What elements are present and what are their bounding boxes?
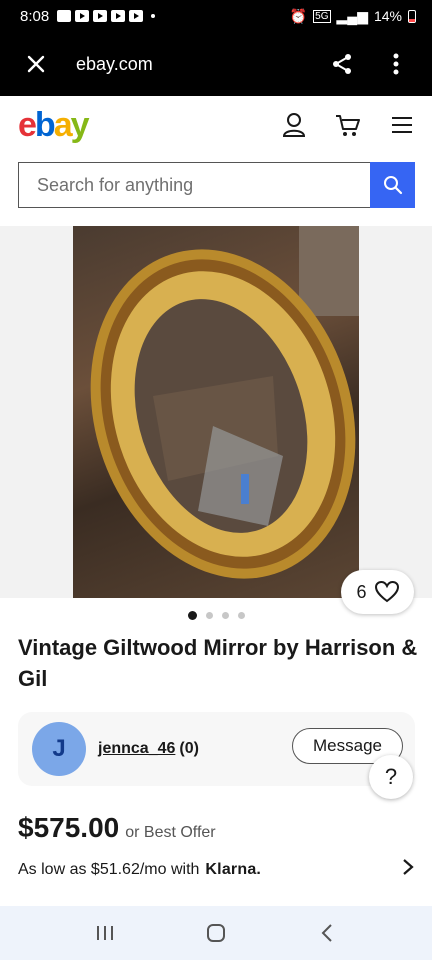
watch-count: 6 [356,581,367,602]
youtube-notification-icon [93,10,108,22]
gallery-dot[interactable] [237,612,245,619]
site-header: e b a y [0,96,432,154]
chevron-right-icon [402,858,414,881]
mirror-image [90,249,356,579]
browser-toolbar: ebay.com [0,32,432,96]
listing-photo[interactable] [73,226,359,598]
logo-letter-b: b [34,105,56,144]
cart-icon[interactable] [334,111,362,139]
logo-letter-y: y [70,105,90,144]
search-bar [18,162,415,208]
logo-letter-a: a [53,105,73,144]
back-icon[interactable] [311,917,343,949]
seller-name-link[interactable]: jennca_46 [98,740,175,758]
alert-notification-icon [57,10,72,22]
image-gallery[interactable]: 6 [0,226,432,614]
account-icon[interactable] [280,111,308,139]
klarna-logo: Klarna. [205,860,262,878]
best-offer-label: or Best Offer [125,824,216,841]
system-nav-bar [0,906,432,960]
gallery-dot[interactable] [205,612,213,619]
financing-row[interactable]: As low as $51.62/mo with Klarna. [18,858,414,881]
network-type: 5G [313,9,331,23]
seller-feedback-score: (0) [179,740,199,757]
gallery-pagination [0,611,432,620]
more-notifications-icon [151,14,156,18]
heart-icon [374,581,399,603]
youtube-notification-icon [111,10,126,22]
youtube-notification-icon [129,10,144,22]
status-bar: 8:08 ⏰ 5G ▂▄▆ 14% [0,0,432,32]
seller-card: J jennca_46 (0) Message [18,712,415,786]
browser-url[interactable]: ebay.com [76,54,326,75]
home-icon[interactable] [200,917,232,949]
help-button[interactable]: ? [369,755,413,799]
ebay-logo[interactable]: e b a y [18,105,90,145]
watch-button[interactable]: 6 [341,570,414,614]
search-input[interactable] [18,162,370,208]
battery-level: 14% [373,8,402,24]
signal-icon: ▂▄▆ [336,7,368,24]
search-button[interactable] [370,162,415,208]
notification-icons [57,10,156,22]
price-row: $575.00 or Best Offer [18,812,216,844]
youtube-notification-icon [75,10,90,22]
status-time: 8:08 [20,7,50,25]
menu-icon[interactable] [388,111,416,139]
listing-title: Vintage Giltwood Mirror by Harrison & Gi… [18,635,418,691]
share-icon[interactable] [326,48,358,80]
gallery-dot[interactable] [221,612,229,619]
battery-icon [408,9,416,23]
logo-letter-e: e [18,105,37,144]
seller-avatar[interactable]: J [32,722,86,776]
item-price: $575.00 [18,812,120,843]
financing-text: As low as $51.62/mo with [18,860,200,878]
alarm-icon: ⏰ [289,7,308,24]
gallery-dot[interactable] [187,611,197,620]
more-vert-icon[interactable] [380,48,412,80]
system-icons: ⏰ 5G ▂▄▆ 14% [290,8,416,25]
close-icon[interactable] [20,48,52,80]
recent-apps-icon[interactable] [89,917,121,949]
search-icon [383,176,402,195]
